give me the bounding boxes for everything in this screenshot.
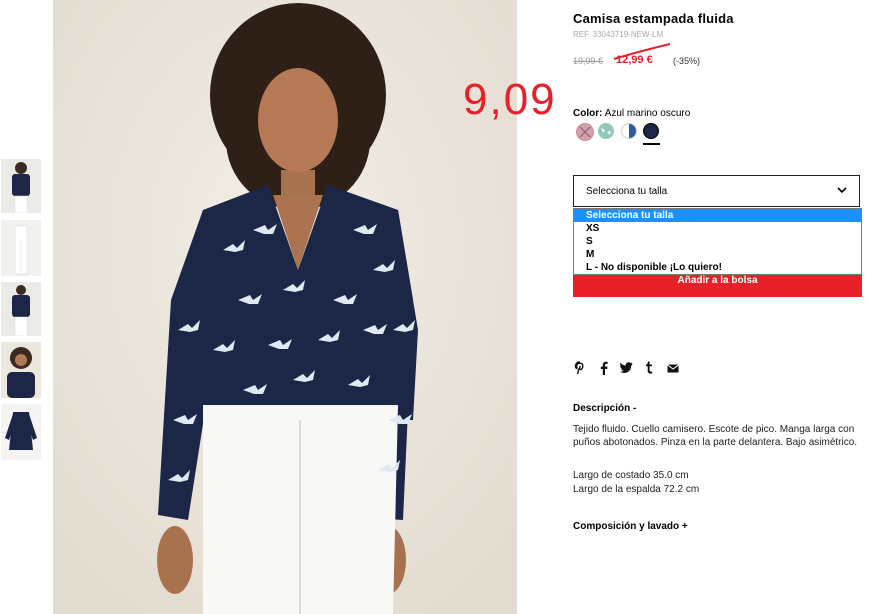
thumbnail-1[interactable] [1,159,41,213]
size-option-placeholder[interactable]: Selecciona tu talla [574,209,861,222]
email-icon[interactable] [666,360,680,376]
composition-toggle[interactable]: Composición y lavado + [573,521,688,532]
product-title: Camisa estampada fluida [573,11,734,26]
original-price: 19,99 € [573,56,604,66]
size-select-value: Selecciona tu talla [586,186,668,197]
size-option-xs[interactable]: XS [574,222,861,235]
chevron-down-icon [837,187,847,194]
size-select[interactable]: Selecciona tu talla [573,175,860,207]
thumbnail-image [1,220,41,276]
unavailable-cross-icon [579,126,591,138]
facebook-icon[interactable] [597,360,611,376]
selected-swatch-indicator [643,143,660,145]
side-length: Largo de costado 35.0 cm [573,470,689,481]
add-to-bag-button[interactable]: Añadir a la bolsa [573,275,862,297]
description-toggle[interactable]: Descripción - [573,403,636,414]
handwritten-price-annotation: 9,09 [463,75,557,124]
size-option-s[interactable]: S [574,235,861,248]
product-main-image[interactable] [53,0,517,614]
thumbnail-image [1,342,41,398]
twitter-icon[interactable] [619,360,633,376]
print-pattern-icon [601,128,611,135]
thumbnail-image [1,404,41,460]
thumbnail-3[interactable] [1,282,41,336]
color-swatch-pink[interactable] [576,123,594,141]
size-option-l[interactable]: L - No disponible ¡Lo quiero! [574,261,861,274]
size-option-m[interactable]: M [574,248,861,261]
description-text: Tejido fluido. Cuello camisero. Escote d… [573,424,858,448]
color-label: Color: Azul marino oscuro [573,108,690,119]
tumblr-icon[interactable] [642,360,656,376]
thumbnail-2[interactable] [1,220,41,276]
color-value: Azul marino oscuro [604,108,691,119]
color-swatch-green-print[interactable] [598,123,614,139]
color-swatch-navy[interactable] [643,123,659,139]
thumbnail-image [1,282,41,336]
price-strikethrough-mark [613,43,671,60]
color-label-prefix: Color: [573,108,603,119]
discount-badge: (-35%) [673,56,701,66]
thumbnail-5[interactable] [1,404,41,460]
thumbnail-image [1,159,41,213]
model-photo [53,0,517,614]
back-length: Largo de la espalda 72.2 cm [573,484,700,495]
thumbnail-4[interactable] [1,342,41,398]
product-reference: REF. 33043719-NEW-LM [573,30,664,39]
size-dropdown-list: Selecciona tu talla XS S M L - No dispon… [573,208,862,275]
color-swatch-blue-white[interactable] [621,123,637,139]
pinterest-icon[interactable] [573,360,587,376]
